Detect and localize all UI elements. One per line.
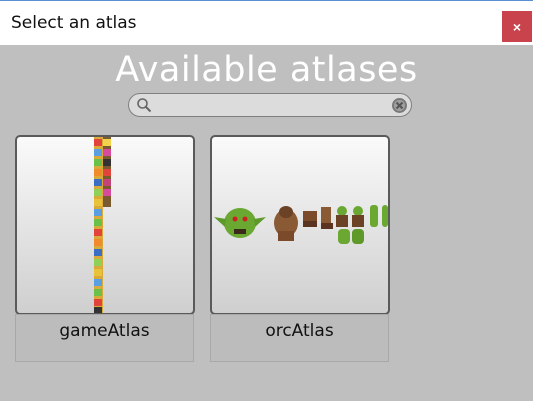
atlas-name: gameAtlas: [59, 321, 150, 341]
clear-search-icon[interactable]: [391, 97, 408, 114]
orc-atlas-thumbnail: [214, 205, 388, 244]
game-atlas-thumbnail: [94, 137, 111, 313]
search-icon: [137, 98, 152, 113]
atlas-card-gameatlas[interactable]: [15, 135, 195, 315]
atlas-name: orcAtlas: [265, 321, 334, 341]
title-bar: Select an atlas ×: [0, 0, 533, 45]
atlas-card-orcatlas[interactable]: [210, 135, 390, 315]
atlas-label-gameatlas[interactable]: gameAtlas: [15, 314, 194, 362]
search-input[interactable]: [155, 95, 389, 117]
window-title: Select an atlas: [11, 13, 137, 33]
page-title: Available atlases: [115, 50, 418, 90]
atlas-label-orcatlas[interactable]: orcAtlas: [210, 314, 389, 362]
search-box[interactable]: [128, 93, 412, 117]
close-icon: ×: [512, 18, 522, 35]
close-button[interactable]: ×: [502, 11, 532, 42]
